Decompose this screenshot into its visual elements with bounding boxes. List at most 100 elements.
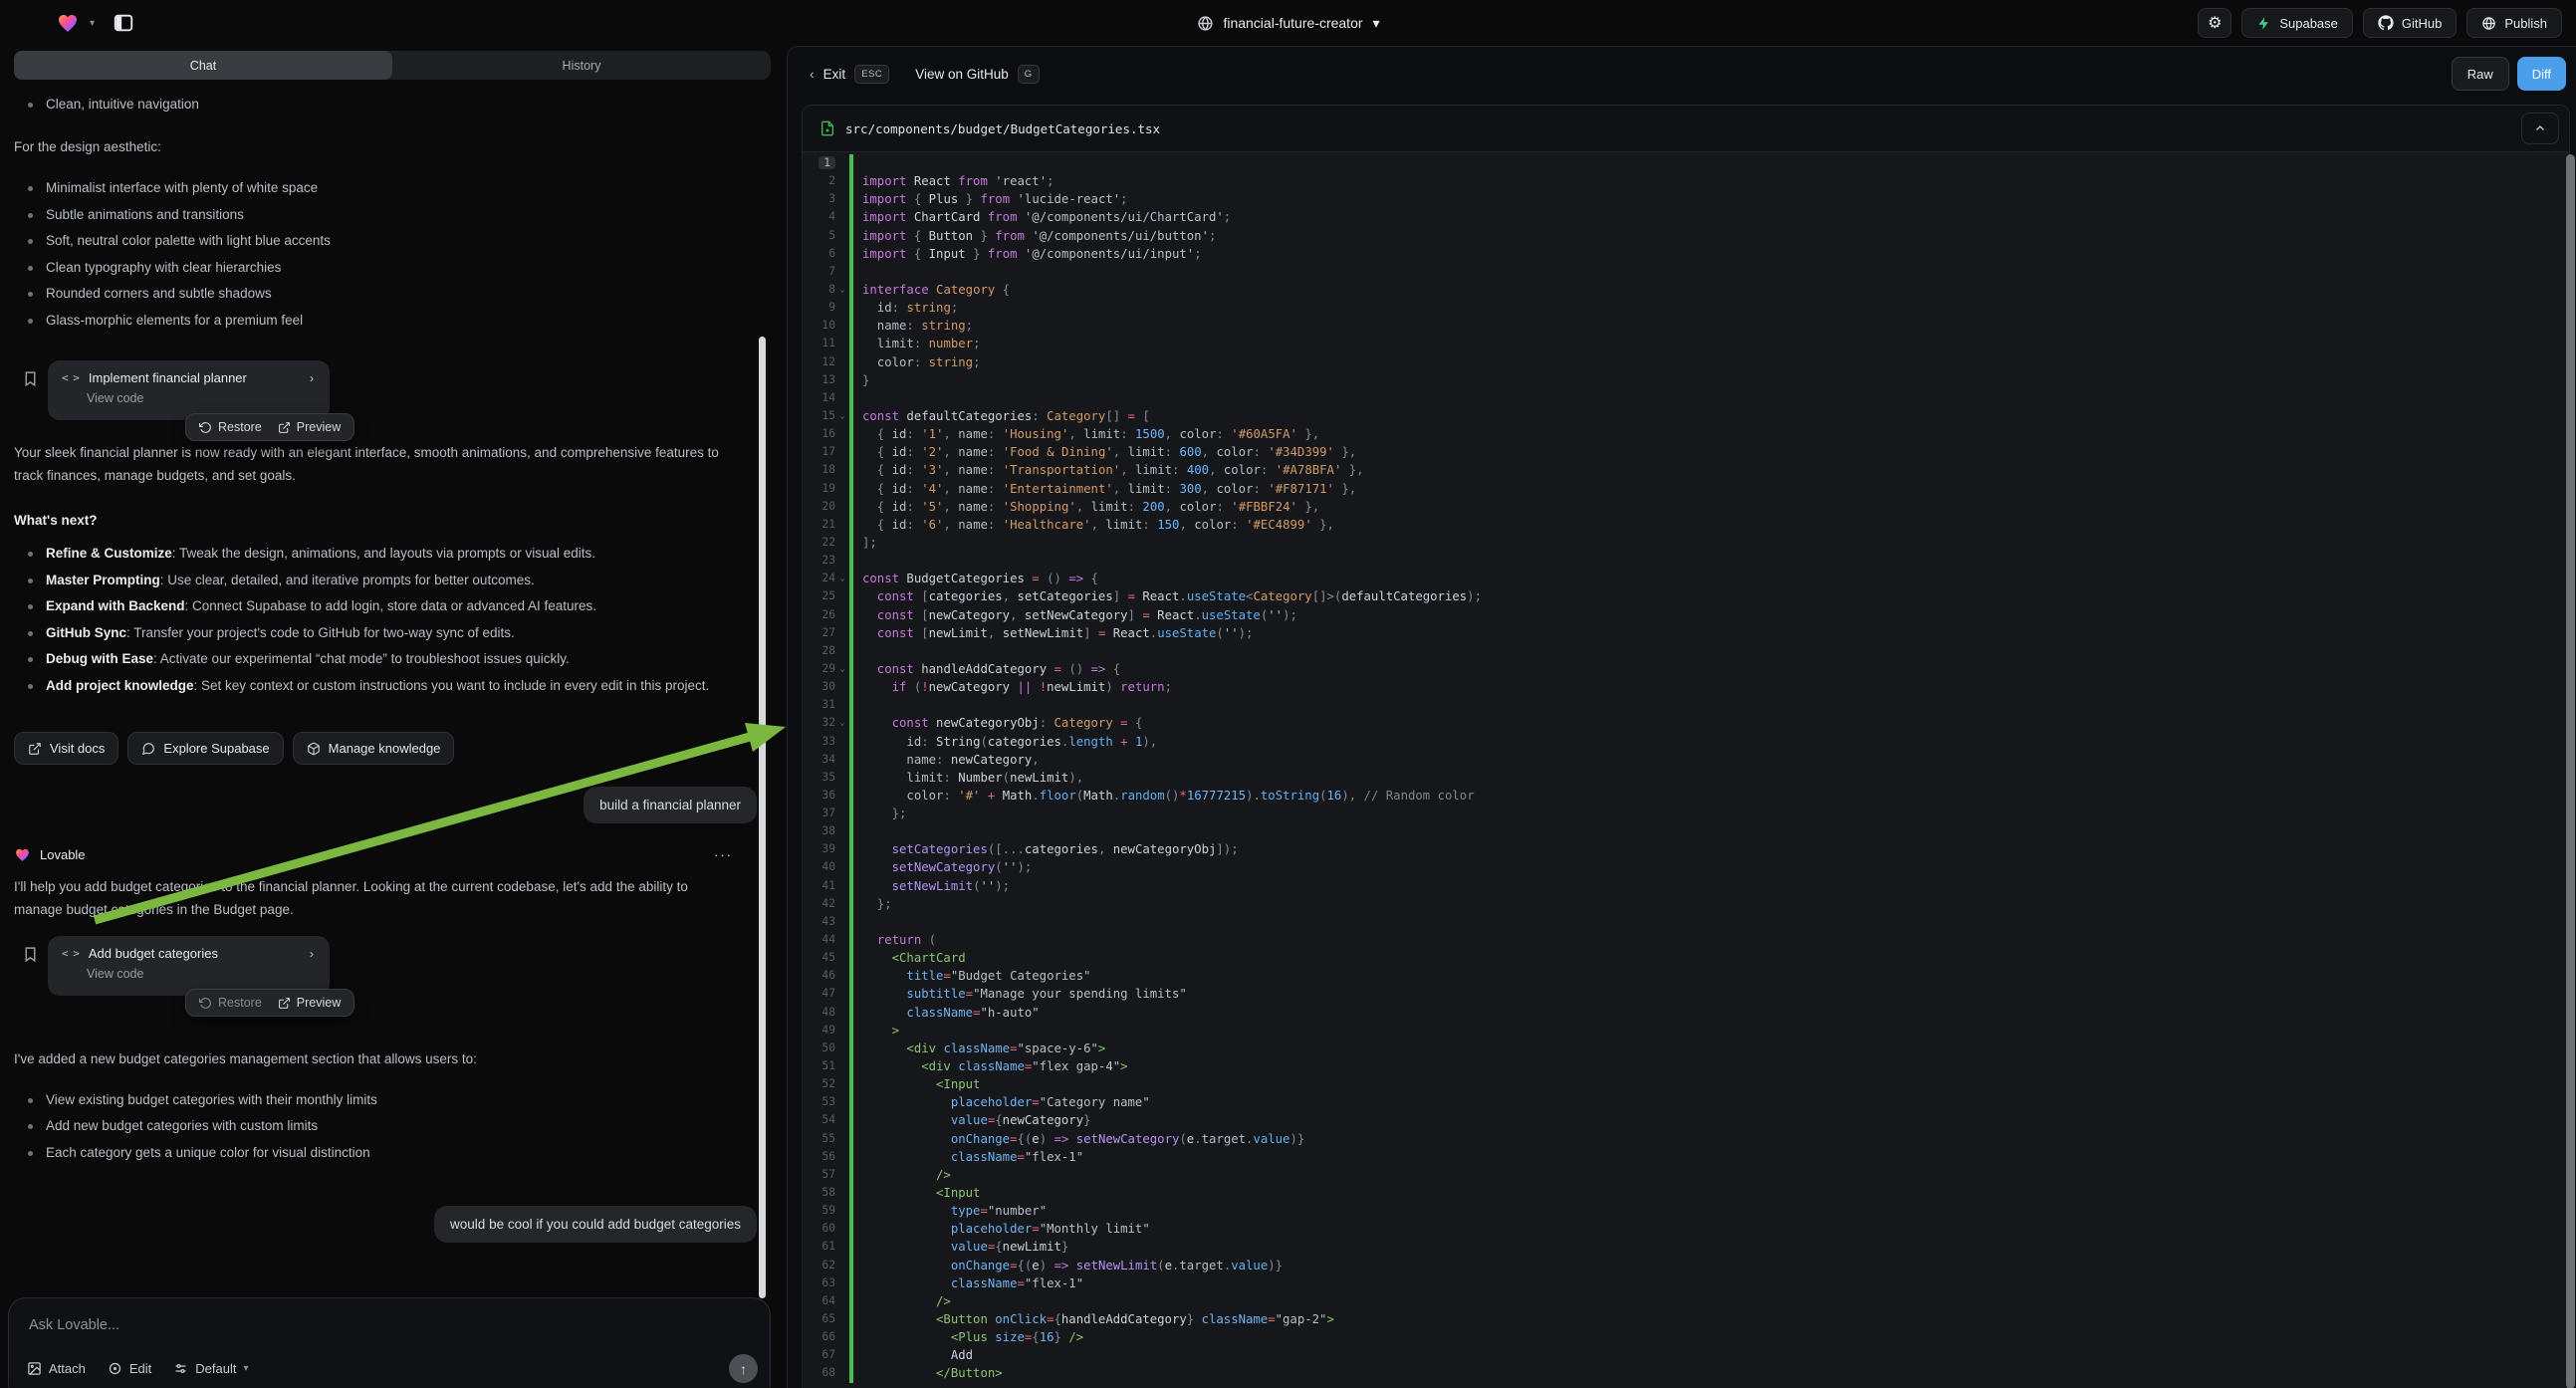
preview-button[interactable]: Preview <box>278 996 341 1010</box>
exit-button[interactable]: ‹ Exit ESC <box>810 65 889 84</box>
chat-input[interactable] <box>29 1317 754 1333</box>
bookmark-icon[interactable] <box>22 946 39 963</box>
code-line: 4import ChartCard from '@/components/ui/… <box>803 208 2569 226</box>
chat-bubble-icon <box>141 742 155 756</box>
code-line: 25 const [categories, setCategories] = R… <box>803 587 2569 605</box>
gear-icon: ⚙ <box>2208 13 2222 33</box>
send-button[interactable]: ↑ <box>729 1354 758 1383</box>
chat-panel: Chat History Clean, intuitive navigation… <box>0 46 787 1388</box>
restore-button[interactable]: Restore <box>199 420 262 434</box>
github-icon <box>2378 15 2394 31</box>
code-line: 7 <box>803 263 2569 281</box>
code-line: 67 Add <box>803 1346 2569 1364</box>
restore-icon <box>199 997 212 1010</box>
list-item: Subtle animations and transitions <box>14 202 757 229</box>
lovable-logo-icon[interactable] <box>56 11 80 35</box>
collapse-file-button[interactable] <box>2521 113 2559 144</box>
code-line: 5import { Button } from '@/components/ui… <box>803 227 2569 245</box>
logo-chevron-down-icon[interactable]: ▾ <box>90 18 95 29</box>
preview-button[interactable]: Preview <box>278 420 341 434</box>
code-line: 56 className="flex-1" <box>803 1148 2569 1166</box>
manage-knowledge-button[interactable]: Manage knowledge <box>293 732 455 765</box>
code-scrollbar[interactable] <box>2566 154 2575 1388</box>
design-heading: For the design aesthetic: <box>14 136 757 159</box>
chat-messages: Clean, intuitive navigation For the desi… <box>0 84 773 1293</box>
assistant-message: I've added a new budget categories manag… <box>14 1048 757 1071</box>
code-line: 43 <box>803 913 2569 931</box>
external-link-icon <box>278 997 291 1010</box>
code-line: 9 id: string; <box>803 299 2569 317</box>
code-line: 51 <div className="flex gap-4"> <box>803 1057 2569 1075</box>
version-block-implement: < > Implement financial planner › View c… <box>14 360 757 420</box>
code-brackets-icon: < > <box>62 371 79 384</box>
raw-toggle-button[interactable]: Raw <box>2452 57 2509 91</box>
sliders-icon <box>173 1361 188 1376</box>
code-line: 20 { id: '5', name: 'Shopping', limit: 2… <box>803 498 2569 516</box>
code-line: 40 setNewCategory(''); <box>803 858 2569 876</box>
visit-docs-button[interactable]: Visit docs <box>14 732 118 765</box>
code-line: 47 subtitle="Manage your spending limits… <box>803 985 2569 1003</box>
tab-chat[interactable]: Chat <box>14 51 392 80</box>
publish-globe-icon <box>2481 16 2496 31</box>
code-toolbar: ‹ Exit ESC View on GitHub G Raw Diff <box>788 47 2576 101</box>
restore-button[interactable]: Restore <box>199 996 262 1010</box>
code-line: 37 }; <box>803 805 2569 822</box>
github-button[interactable]: GitHub <box>2363 8 2457 38</box>
version-block-add-categories: < > Add budget categories › View code Re… <box>14 936 757 996</box>
restore-icon <box>199 421 212 434</box>
project-menu[interactable]: financial-future-creator ▾ <box>1196 15 1379 32</box>
bookmark-icon[interactable] <box>22 370 39 387</box>
code-line: 68 </Button> <box>803 1364 2569 1382</box>
edit-button[interactable]: Edit <box>108 1361 151 1376</box>
explore-supabase-button[interactable]: Explore Supabase <box>127 732 283 765</box>
user-message: would be cool if you could add budget ca… <box>434 1206 757 1243</box>
list-item: Add project knowledge: Set key context o… <box>14 673 757 700</box>
list-item: Clean typography with clear hierarchies <box>14 255 757 282</box>
attach-button[interactable]: Attach <box>27 1361 86 1376</box>
publish-button[interactable]: Publish <box>2466 8 2562 38</box>
g-kbd-badge: G <box>1018 65 1040 84</box>
code-brackets-icon: < > <box>62 947 79 960</box>
diff-toggle-button[interactable]: Diff <box>2517 57 2566 91</box>
code-line: 19 { id: '4', name: 'Entertainment', lim… <box>803 480 2569 498</box>
esc-kbd-badge: ESC <box>854 65 889 84</box>
file-path: src/components/budget/BudgetCategories.t… <box>845 121 1160 136</box>
list-item: Soft, neutral color palette with light b… <box>14 228 757 255</box>
code-line: 18 { id: '3', name: 'Transportation', li… <box>803 461 2569 479</box>
code-editor[interactable]: 12import React from 'react';3import { Pl… <box>803 152 2569 1383</box>
external-link-icon <box>278 421 291 434</box>
sidebar-toggle-icon[interactable] <box>113 12 134 34</box>
chevron-right-icon: › <box>310 371 316 385</box>
quick-actions: Visit docs Explore Supabase Manage knowl… <box>14 732 757 765</box>
user-message: build a financial planner <box>584 787 757 823</box>
version-card-implement[interactable]: < > Implement financial planner › View c… <box>48 360 330 420</box>
settings-button[interactable]: ⚙ <box>2198 8 2231 38</box>
view-on-github-button[interactable]: View on GitHub G <box>915 65 1039 84</box>
code-line: 53 placeholder="Category name" <box>803 1093 2569 1111</box>
file-header[interactable]: src/components/budget/BudgetCategories.t… <box>803 106 2569 152</box>
lovable-editor-window: ▾ financial-future-creator ▾ ⚙ <box>0 0 2576 1388</box>
code-line: 3import { Plus } from 'lucide-react'; <box>803 190 2569 208</box>
code-line: 21 { id: '6', name: 'Healthcare', limit:… <box>803 516 2569 534</box>
tab-history[interactable]: History <box>392 51 771 80</box>
whats-next-heading: What's next? <box>14 513 757 528</box>
code-line: 45 <ChartCard <box>803 949 2569 967</box>
list-item: Add new budget categories with custom li… <box>14 1113 757 1140</box>
view-code-link[interactable]: View code <box>87 967 316 981</box>
code-line: 63 className="flex-1" <box>803 1274 2569 1292</box>
code-line: 35 limit: Number(newLimit), <box>803 769 2569 787</box>
list-item: Master Prompting: Use clear, detailed, a… <box>14 568 757 594</box>
view-code-link[interactable]: View code <box>87 391 316 405</box>
supabase-icon <box>2256 16 2271 31</box>
version-card-add-categories[interactable]: < > Add budget categories › View code <box>48 936 330 996</box>
code-line: 65 <Button onClick={handleAddCategory} c… <box>803 1310 2569 1328</box>
code-line: 54 value={newCategory} <box>803 1111 2569 1129</box>
message-menu-icon[interactable]: ··· <box>714 847 757 862</box>
code-file-card: src/components/budget/BudgetCategories.t… <box>802 105 2570 1388</box>
code-line: 24⌄const BudgetCategories = () => { <box>803 570 2569 587</box>
code-line: 23 <box>803 552 2569 570</box>
mode-select[interactable]: Default ▾ <box>173 1361 248 1376</box>
code-line: 58 <Input <box>803 1184 2569 1202</box>
supabase-button[interactable]: Supabase <box>2241 8 2353 38</box>
chat-scrollbar[interactable] <box>759 337 766 1298</box>
